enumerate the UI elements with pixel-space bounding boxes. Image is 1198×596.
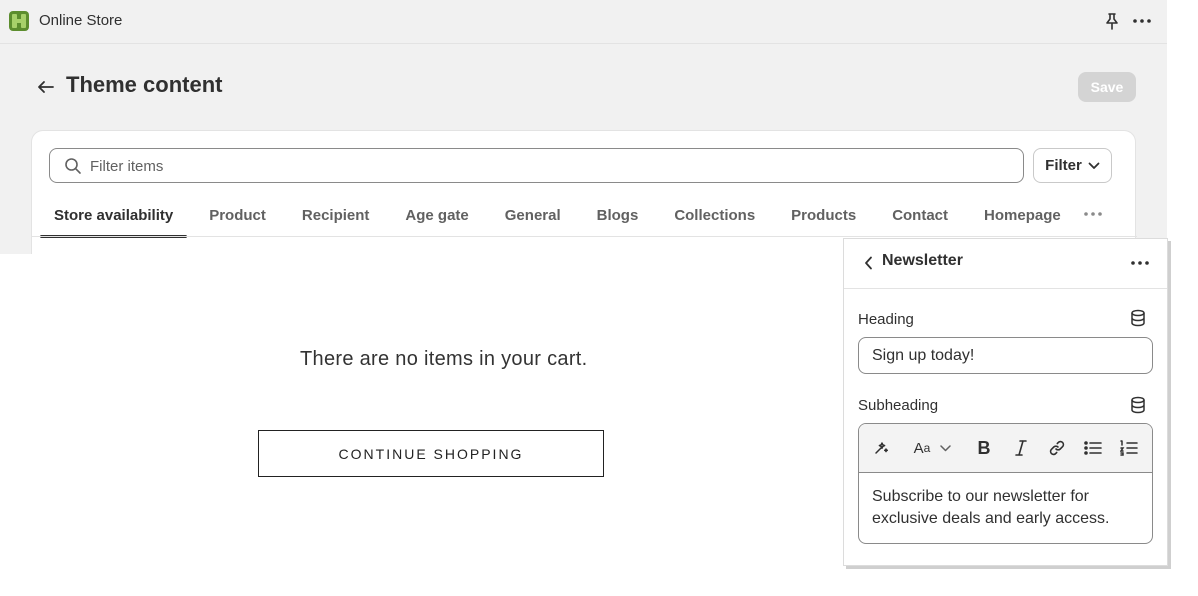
dynamic-source-icon[interactable] — [1130, 309, 1148, 327]
magic-icon[interactable] — [869, 436, 893, 460]
link-icon[interactable] — [1045, 436, 1069, 460]
panel-header: Newsletter — [844, 239, 1167, 289]
tab-product[interactable]: Product — [195, 193, 280, 237]
admin-shell: Online Store Theme content Save Filter i… — [0, 0, 1167, 254]
bold-icon[interactable]: B — [972, 436, 996, 460]
online-store-logo-icon — [8, 10, 30, 32]
chevron-down-icon[interactable] — [937, 436, 953, 460]
more-horizontal-icon[interactable] — [1128, 251, 1152, 275]
search-icon — [64, 157, 82, 175]
search-field[interactable] — [49, 148, 1024, 183]
tab-store-availability[interactable]: Store availability — [40, 193, 188, 238]
arrow-left-icon[interactable] — [33, 74, 59, 100]
continue-shopping-button[interactable]: CONTINUE SHOPPING — [258, 430, 604, 477]
subheading-text[interactable]: Subscribe to our newsletter for exclusiv… — [872, 486, 1142, 530]
more-horizontal-icon[interactable] — [1130, 10, 1154, 32]
tab-divider — [32, 236, 1137, 237]
more-tabs-icon[interactable] — [1079, 203, 1107, 225]
page-title: Theme content — [66, 72, 223, 97]
top-bar: Online Store — [0, 0, 1167, 44]
filter-button[interactable]: Filter — [1033, 148, 1112, 183]
tab-homepage[interactable]: Homepage — [970, 193, 1075, 237]
font-size-icon[interactable]: Aa — [909, 436, 935, 460]
tab-recipient[interactable]: Recipient — [288, 193, 384, 237]
pin-icon[interactable] — [1101, 10, 1123, 32]
tab-blogs[interactable]: Blogs — [583, 193, 653, 237]
panel-title: Newsletter — [882, 252, 963, 269]
filter-button-label: Filter — [1045, 157, 1082, 174]
subheading-rich-text-editor[interactable]: Aa B Subscribe to our newsletter for exc… — [858, 423, 1153, 544]
save-button[interactable]: Save — [1078, 72, 1136, 102]
bullet-list-icon[interactable] — [1081, 436, 1105, 460]
tab-age-gate[interactable]: Age gate — [391, 193, 482, 237]
heading-input[interactable] — [858, 337, 1153, 374]
dynamic-source-icon[interactable] — [1130, 396, 1148, 414]
theme-content-card: Filter Store availability Product Recipi… — [31, 130, 1137, 254]
numbered-list-icon[interactable] — [1117, 436, 1141, 460]
chevron-left-icon[interactable] — [856, 251, 880, 275]
search-input[interactable] — [90, 155, 1010, 177]
tab-general[interactable]: General — [491, 193, 575, 237]
subheading-label: Subheading — [858, 397, 939, 414]
tab-collections[interactable]: Collections — [660, 193, 769, 237]
app-title: Online Store — [39, 12, 123, 29]
tab-products[interactable]: Products — [777, 193, 870, 237]
chevron-down-icon — [1088, 157, 1100, 174]
italic-icon[interactable] — [1009, 436, 1033, 460]
rich-text-toolbar: Aa B — [859, 424, 1152, 473]
empty-cart-message: There are no items in your cart. — [300, 348, 588, 370]
heading-label: Heading — [858, 311, 914, 328]
newsletter-editor-panel: Newsletter Heading Subheading Aa — [843, 238, 1168, 566]
tab-bar: Store availability Product Recipient Age… — [40, 193, 1083, 238]
tab-contact[interactable]: Contact — [878, 193, 962, 237]
